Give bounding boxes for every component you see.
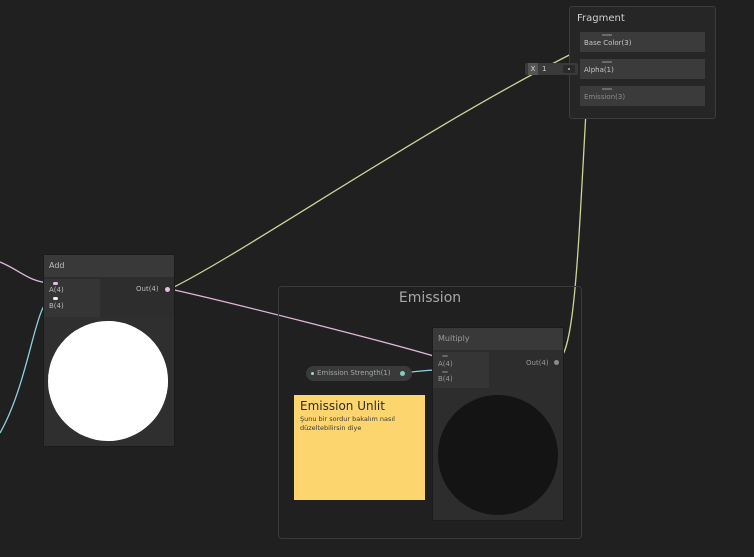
fragment-block[interactable]: Fragment Base Color(3) Alpha(1) Emission… bbox=[569, 6, 716, 119]
node-title: Add bbox=[44, 255, 174, 277]
multiply-input-b-port[interactable] bbox=[442, 371, 448, 373]
multiply-output-port[interactable] bbox=[554, 360, 559, 365]
add-input-b-label: B(4) bbox=[49, 302, 64, 310]
sticky-body[interactable]: Şunu bir sordur bakalım nasıl düzeltebil… bbox=[300, 415, 419, 433]
sticky-note[interactable]: Emission Unlit Şunu bir sordur bakalım n… bbox=[294, 395, 425, 500]
add-input-b-port[interactable] bbox=[53, 297, 58, 300]
multiply-input-a-port[interactable] bbox=[442, 355, 448, 357]
slot-label: Base Color(3) bbox=[584, 39, 632, 47]
sticky-title[interactable]: Emission Unlit bbox=[300, 399, 419, 413]
multiply-node[interactable]: Multiply A(4) B(4) Out(4) bbox=[432, 327, 564, 521]
add-output-label: Out(4) bbox=[136, 285, 159, 293]
node-title: Multiply bbox=[433, 328, 563, 350]
multiply-preview-area bbox=[433, 390, 563, 520]
fragment-slot-base-color[interactable]: Base Color(3) bbox=[580, 32, 705, 52]
fragment-slot-alpha[interactable]: Alpha(1) bbox=[580, 59, 705, 79]
add-preview-area bbox=[44, 317, 174, 446]
multiply-input-a-label: A(4) bbox=[438, 360, 453, 368]
add-input-a-label: A(4) bbox=[49, 286, 64, 294]
black-preview-icon bbox=[438, 395, 558, 515]
slot-label: Emission(3) bbox=[584, 93, 626, 101]
property-label: Emission Strength(1) bbox=[317, 369, 391, 377]
axis-label: X bbox=[528, 63, 538, 75]
group-title: Emission bbox=[398, 290, 462, 306]
add-input-a-port[interactable] bbox=[53, 282, 58, 285]
slot-label: Alpha(1) bbox=[584, 66, 614, 74]
alpha-value-field[interactable]: X 1 bbox=[525, 63, 578, 75]
add-output-port[interactable] bbox=[165, 287, 170, 292]
property-output-port[interactable] bbox=[400, 371, 405, 376]
fragment-slot-emission[interactable]: Emission(3) bbox=[580, 86, 705, 106]
fragment-title: Fragment bbox=[577, 13, 625, 24]
multiply-input-b-label: B(4) bbox=[438, 375, 453, 383]
emission-strength-property[interactable]: Emission Strength(1) bbox=[306, 366, 412, 381]
value-port bbox=[563, 65, 575, 73]
add-node[interactable]: Add A(4) B(4) Out(4) bbox=[43, 254, 175, 447]
value-text[interactable]: 1 bbox=[542, 63, 546, 75]
multiply-output-label: Out(4) bbox=[526, 359, 549, 367]
noise-preview-icon bbox=[48, 321, 168, 441]
